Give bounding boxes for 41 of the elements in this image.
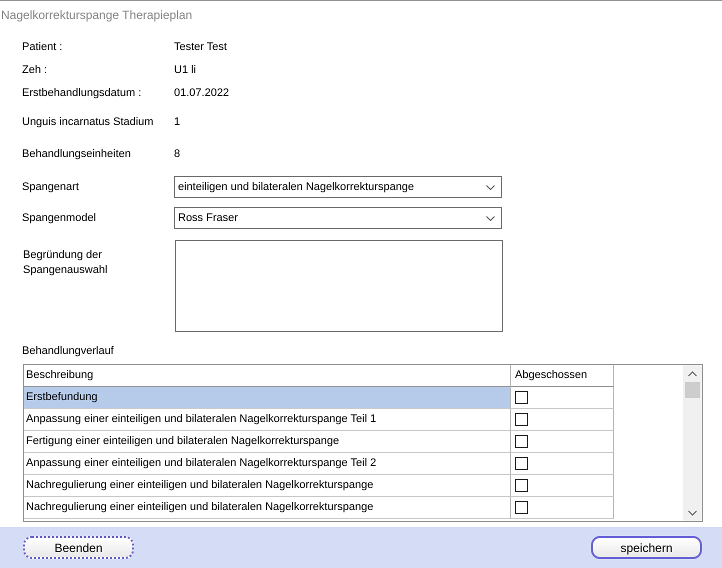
field-label: Zeh : [22, 63, 48, 77]
field-value: Tester Test [174, 40, 227, 54]
dropdown-value: einteiligen und bilateralen Nagelkorrekturspange [178, 180, 414, 194]
scroll-thumb[interactable] [685, 382, 700, 398]
field-label: Unguis incarnatus Stadium [22, 115, 154, 129]
checkbox[interactable] [515, 479, 528, 492]
field-value: U1 li [174, 63, 196, 77]
field-label: Behandlungseinheiten [22, 147, 132, 161]
window-title: Nagelkorrekturspange Therapieplan [0, 7, 194, 24]
field-value: 1 [174, 115, 180, 129]
table-cell[interactable]: Erstbefundung [24, 387, 511, 409]
table-cell[interactable]: Nachregulierung einer einteiligen und bilateralen Nagelkorrekturspange [24, 475, 511, 497]
chevron-down-icon [486, 184, 495, 190]
field-label: Patient : [22, 40, 64, 54]
dropdown[interactable]: Ross Fraser [174, 207, 502, 229]
scroll-up-icon[interactable] [688, 371, 697, 377]
checkbox[interactable] [515, 391, 528, 404]
table-cell[interactable]: Anpassung einer einteiligen und bilateralen Nagelkorrekturspange Teil 1 [24, 409, 511, 431]
checkbox[interactable] [515, 501, 528, 514]
exit-button[interactable]: Beenden [23, 536, 134, 559]
table-cell[interactable]: Anpassung einer einteiligen und bilateralen Nagelkorrekturspange Teil 2 [24, 453, 511, 475]
field-value: 01.07.2022 [174, 86, 230, 100]
chevron-down-icon [486, 216, 495, 220]
column-header: Abgeschossen [511, 365, 614, 387]
dropdown[interactable]: einteiligen und bilateralen Nagelkorrekturspange [174, 176, 502, 198]
field-value: 8 [174, 147, 180, 161]
field-label: Spangenart [22, 180, 80, 194]
field-label: Spangenmodel [22, 211, 98, 225]
table-cell[interactable]: Nachregulierung einer einteiligen und bilateralen Nagelkorrekturspange [24, 497, 511, 519]
checkbox[interactable] [515, 457, 528, 470]
checkbox[interactable] [515, 435, 528, 448]
scroll-down-icon[interactable] [688, 510, 697, 516]
table-cell[interactable]: Fertigung einer einteiligen und bilateralen Nagelkorrekturspange [24, 431, 511, 453]
checkbox[interactable] [515, 413, 528, 426]
section-label: Behandlungverlauf [22, 344, 114, 358]
text-area[interactable] [175, 240, 503, 332]
scrollbar[interactable] [683, 365, 702, 521]
field-label: Begründung der Spangenauswahl [22, 248, 108, 278]
dropdown-value: Ross Fraser [178, 211, 238, 225]
save-button[interactable]: speichern [591, 536, 702, 559]
field-label: Erstbehandlungsdatum : [22, 86, 142, 100]
